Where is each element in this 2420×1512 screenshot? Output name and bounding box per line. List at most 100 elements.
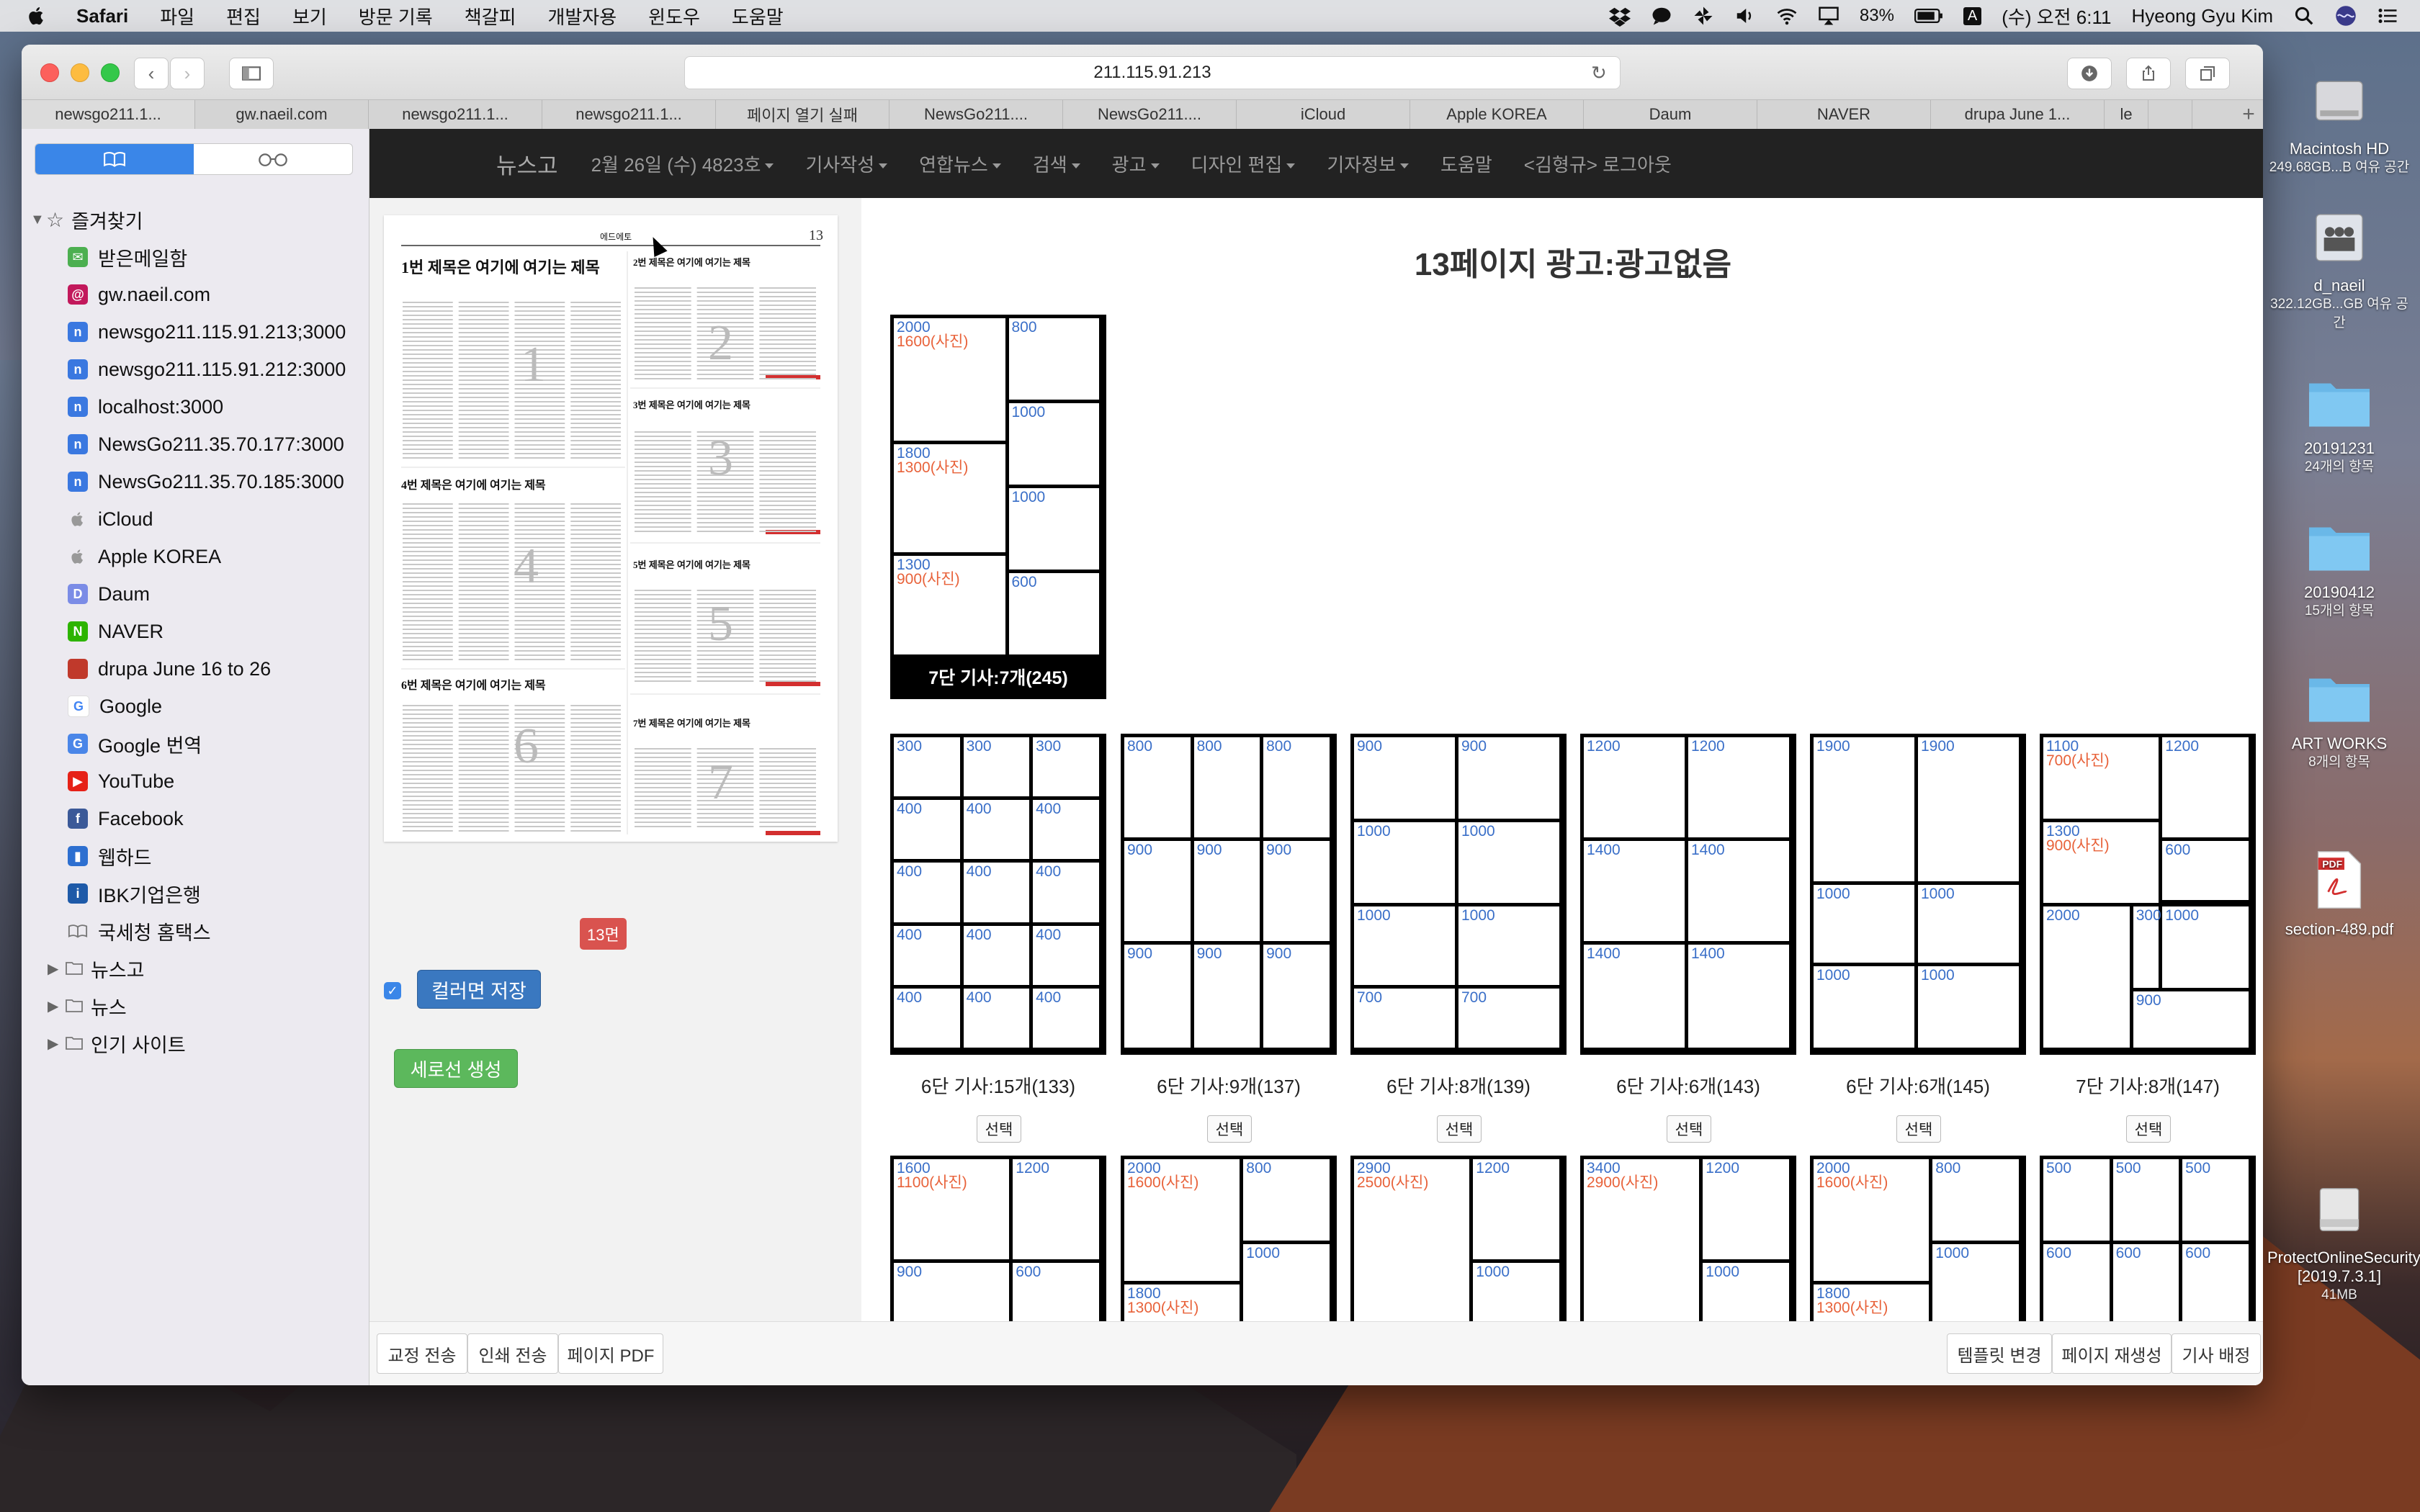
layout-template[interactable]: 800 800 800 900 900 900 900 900 900 (1121, 734, 1337, 1055)
wifi-icon[interactable] (1776, 5, 1798, 27)
zoom-window-button[interactable] (101, 63, 120, 82)
bookmark-item[interactable]: n newsgo211.115.91.213;3000 (22, 313, 369, 351)
bookmark-item[interactable]: G Google 번역 (22, 725, 369, 762)
menu-file[interactable]: 파일 (160, 3, 194, 30)
layout-template[interactable]: 2000 1600(사진) 800 1800 1300(사진) 1000 1000 1300 9… (890, 315, 1106, 699)
layout-template[interactable]: 1100 700(사진) 1200 1300 900(사진) 600 2000 300 1000… (2040, 734, 2256, 1055)
nav-design-edit[interactable]: 디자인 편집 (1191, 150, 1296, 177)
select-template-button[interactable]: 선택 (1667, 1115, 1711, 1143)
tab-4[interactable]: newsgo211.1... (542, 100, 716, 129)
desktop-item[interactable]: d_naeil 322.12GB...GB 여유 공간 (2267, 209, 2411, 333)
disclosure-triangle-icon[interactable]: ▶ (48, 960, 59, 978)
airplay-icon[interactable] (1818, 5, 1839, 27)
pinwheel-icon[interactable] (1693, 5, 1714, 27)
forward-button[interactable]: › (170, 58, 205, 89)
apple-menu-icon[interactable] (26, 5, 48, 27)
bookmark-item[interactable]: i IBK기업은행 (22, 875, 369, 912)
input-source-indicator[interactable]: A (1963, 6, 1982, 25)
new-tab-button[interactable]: + (2234, 100, 2263, 129)
send-proof-button[interactable]: 교정 전송 (377, 1333, 467, 1374)
bookmark-item[interactable]: Apple KOREA (22, 538, 369, 575)
select-template-button[interactable]: 선택 (2126, 1115, 2171, 1143)
bookmark-item[interactable]: D Daum (22, 575, 369, 613)
reading-list-segment[interactable] (194, 144, 352, 174)
layout-template[interactable]: 1200 1200 1400 1400 1400 1400 (1580, 734, 1796, 1055)
desktop-item[interactable]: Macintosh HD 249.68GB...B 여유 공간 (2267, 72, 2411, 177)
tab-11[interactable]: NAVER (1757, 100, 1931, 129)
bookmark-item[interactable]: G Google (22, 688, 369, 725)
select-template-button[interactable]: 선택 (977, 1115, 1021, 1143)
menu-window[interactable]: 윈도우 (648, 3, 700, 30)
bookmark-item[interactable]: drupa June 16 to 26 (22, 650, 369, 688)
tab-6[interactable]: NewsGo211.... (889, 100, 1063, 129)
menu-view[interactable]: 보기 (292, 3, 327, 30)
address-bar[interactable]: 211.115.91.213 ↻ (684, 56, 1621, 89)
nav-help[interactable]: 도움말 (1440, 150, 1492, 177)
bookmark-item[interactable]: ▮ 웹하드 (22, 837, 369, 875)
tab-9[interactable]: Apple KOREA (1410, 100, 1584, 129)
bookmark-item[interactable]: 국세청 홈택스 (22, 912, 369, 950)
sidebar-toggle-button[interactable] (229, 58, 274, 89)
menu-history[interactable]: 방문 기록 (359, 3, 433, 30)
nav-write-article[interactable]: 기사작성 (805, 150, 887, 177)
tab-14[interactable] (2148, 100, 2192, 129)
color-page-checkbox[interactable]: ✓ (384, 982, 401, 999)
bookmark-item[interactable]: n localhost:3000 (22, 388, 369, 426)
menu-edit[interactable]: 편집 (226, 3, 261, 30)
layout-template[interactable]: 900 900 1000 1000 1000 1000 700 700 (1350, 734, 1567, 1055)
menu-help[interactable]: 도움말 (732, 3, 784, 30)
bookmark-folder[interactable]: ▶ 뉴스고 (22, 950, 369, 987)
menu-develop[interactable]: 개발자용 (547, 3, 617, 30)
tab-2[interactable]: gw.naeil.com (195, 100, 369, 129)
desktop-item[interactable]: PDF section-489.pdf (2267, 850, 2411, 939)
nav-logout[interactable]: <김형규> 로그아웃 (1524, 150, 1672, 177)
close-window-button[interactable] (40, 63, 59, 82)
select-template-button[interactable]: 선택 (1437, 1115, 1482, 1143)
nav-search[interactable]: 검색 (1033, 150, 1080, 177)
tab-5[interactable]: 페이지 열기 실패 (716, 100, 889, 129)
bookmark-item[interactable]: N NAVER (22, 613, 369, 650)
favorites-header[interactable]: ▼ ☆ 즐겨찾기 (22, 201, 369, 238)
tab-3[interactable]: newsgo211.1... (369, 100, 542, 129)
desktop-item[interactable]: ART WORKS 8개의 항목 (2267, 670, 2411, 772)
dropbox-icon[interactable] (1608, 5, 1631, 27)
downloads-button[interactable] (2067, 58, 2112, 89)
create-vertical-line-button[interactable]: 세로선 생성 (394, 1049, 518, 1088)
disclosure-triangle-icon[interactable]: ▶ (48, 997, 59, 1015)
disclosure-triangle-icon[interactable]: ▼ (30, 212, 45, 228)
regenerate-page-button[interactable]: 페이지 재생성 (2052, 1333, 2172, 1374)
bookmark-folder[interactable]: ▶ 인기 사이트 (22, 1025, 369, 1062)
siri-icon[interactable] (2335, 5, 2357, 27)
user-name[interactable]: Hyeong Gyu Kim (2131, 5, 2273, 27)
battery-icon[interactable] (1914, 9, 1943, 23)
bookmark-item[interactable]: @ gw.naeil.com (22, 276, 369, 313)
bookmark-item[interactable]: f Facebook (22, 800, 369, 837)
minimize-window-button[interactable] (71, 63, 89, 82)
nav-reporter-info[interactable]: 기자정보 (1327, 150, 1409, 177)
select-template-button[interactable]: 선택 (1207, 1115, 1252, 1143)
bookmarks-segment[interactable] (35, 144, 194, 174)
bookmark-item[interactable]: ▶ YouTube (22, 762, 369, 800)
menu-app-name[interactable]: Safari (76, 5, 128, 27)
layout-template[interactable]: 1900 1900 1000 1000 1000 1000 (1810, 734, 2026, 1055)
notification-center-icon[interactable] (2377, 5, 2398, 27)
site-brand[interactable]: 뉴스고 (496, 148, 558, 180)
assign-articles-button[interactable]: 기사 배정 (2172, 1333, 2261, 1374)
page-pdf-button[interactable]: 페이지 PDF (558, 1333, 663, 1374)
speaker-icon[interactable] (1734, 5, 1756, 27)
bookmark-item[interactable]: n NewsGo211.35.70.177:3000 (22, 426, 369, 463)
bookmark-item[interactable]: n NewsGo211.35.70.185:3000 (22, 463, 369, 500)
bookmark-item[interactable]: iCloud (22, 500, 369, 538)
bookmark-folder[interactable]: ▶ 뉴스 (22, 987, 369, 1025)
save-color-page-button[interactable]: 컬러면 저장 (417, 970, 541, 1009)
tab-10[interactable]: Daum (1584, 100, 1757, 129)
bookmark-item[interactable]: n newsgo211.115.91.212:3000 (22, 351, 369, 388)
bookmark-item[interactable]: ✉ 받은메일함 (22, 238, 369, 276)
back-button[interactable]: ‹ (134, 58, 169, 89)
desktop-item[interactable]: 20190412 15개의 항목 (2267, 518, 2411, 621)
reload-icon[interactable]: ↻ (1591, 63, 1611, 83)
share-button[interactable] (2126, 58, 2171, 89)
tab-8[interactable]: iCloud (1237, 100, 1410, 129)
change-template-button[interactable]: 템플릿 변경 (1947, 1333, 2052, 1374)
tab-1[interactable]: newsgo211.1... (22, 100, 195, 129)
